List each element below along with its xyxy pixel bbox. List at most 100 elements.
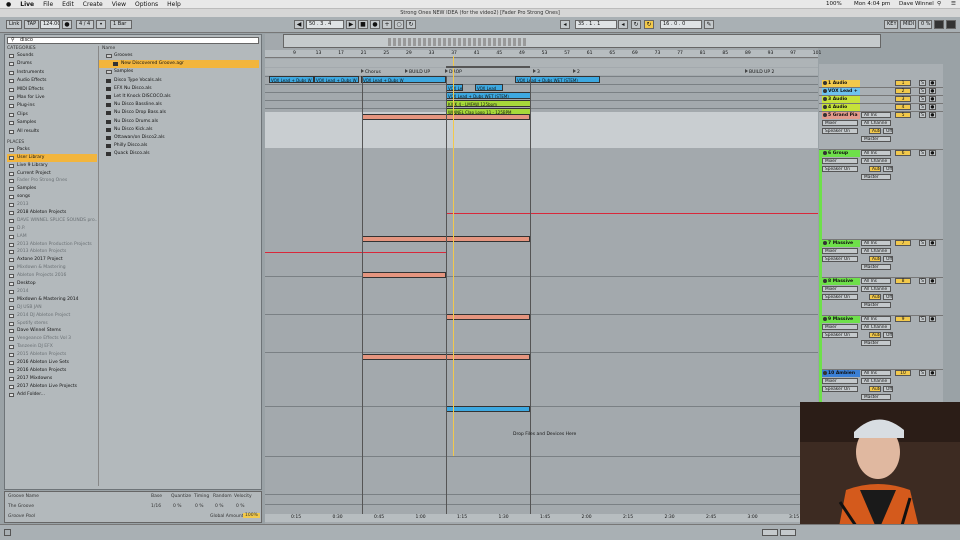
category-item[interactable]: Samples <box>7 119 97 127</box>
user-name[interactable]: Dave Winnel <box>899 1 934 7</box>
audio-clip[interactable]: KICK 4 - LMFAW 125bpm <box>446 100 531 107</box>
arm-button[interactable]: ● <box>929 80 936 86</box>
place-item[interactable]: Mixdown & Mastering 2014 <box>7 296 97 304</box>
place-item[interactable]: 2018 Ableton Projects <box>7 209 97 217</box>
track-name[interactable]: 8 Massive <box>822 278 860 285</box>
track-name[interactable]: 4 Audio <box>822 104 860 111</box>
monitor-off[interactable]: Off <box>883 166 893 172</box>
place-item[interactable]: Vengeance Effects Vol 3 <box>7 335 97 343</box>
beat-ruler[interactable]: 9 13 17 21 25 29 33 37 41 45 49 53 57 61 65 69 73 77 81 85 8… <box>265 50 821 58</box>
monitor-select[interactable]: Speaker On <box>822 128 858 134</box>
monitor-select[interactable]: Speaker On <box>822 386 858 392</box>
input-type-select[interactable]: All Ins <box>861 150 891 156</box>
monitor-off[interactable]: Off <box>883 332 893 338</box>
browser-search-input[interactable]: ⚲ disco <box>7 37 259 44</box>
input-type-select[interactable]: All Ins <box>861 240 891 246</box>
menu-options[interactable]: Options <box>135 1 158 8</box>
input-type-select[interactable]: All Ins <box>861 370 891 376</box>
place-item[interactable]: Axtone 2017 Project <box>7 256 97 264</box>
track-name[interactable]: 3 Audio <box>822 96 860 103</box>
place-item[interactable]: 2014 <box>7 288 97 296</box>
menu-create[interactable]: Create <box>83 1 103 8</box>
monitor-auto[interactable]: Auto <box>869 166 881 172</box>
category-item[interactable]: All results <box>7 128 97 136</box>
output-select[interactable]: Master <box>861 174 891 180</box>
groove-velocity[interactable]: 0 % <box>236 504 245 509</box>
place-item[interactable]: D.P. <box>7 225 97 233</box>
locator-marker[interactable]: 3 <box>533 69 540 75</box>
place-item[interactable]: Fader Pro Strong Ones <box>7 177 97 185</box>
device-select[interactable]: Mixer <box>822 324 858 330</box>
audio-clip[interactable]: VOX Lead + Dubs W <box>269 76 314 83</box>
audio-clip[interactable]: VOX Lead + Dubs W <box>314 76 359 83</box>
file-item[interactable]: New Discovered Groove.agr <box>99 60 259 69</box>
monitor-auto[interactable]: Auto <box>869 128 881 134</box>
file-item[interactable]: Ottawan/on Disco2.als <box>99 134 259 142</box>
mixer-track[interactable]: 5 Grand Pia 5 S ● All Ins All Channe Master Mix… <box>819 112 943 150</box>
stop-button[interactable]: ■ <box>358 20 368 29</box>
arrangement-overview[interactable] <box>283 34 881 48</box>
audio-clip[interactable]: VOX Lead + Dubs WET (STEM) <box>446 92 531 99</box>
arm-button[interactable]: ● <box>929 150 936 156</box>
file-item[interactable]: Nu Disco Drop Bass.als <box>99 109 259 117</box>
place-item[interactable]: 2015 Ableton Projects <box>7 351 97 359</box>
mixer-track[interactable]: 3 Audio 3 S ● <box>819 96 943 104</box>
solo-button[interactable]: S <box>919 370 926 376</box>
mixer-track[interactable]: 4 Audio 4 S ● <box>819 104 943 112</box>
device-select[interactable]: Mixer <box>822 286 858 292</box>
quantize-menu[interactable]: 1 Bar <box>110 20 132 29</box>
track-activator[interactable]: 7 <box>895 240 911 246</box>
monitor-auto[interactable]: Auto <box>869 332 881 338</box>
solo-button[interactable]: S <box>919 96 926 102</box>
arm-button[interactable]: ● <box>929 96 936 102</box>
solo-button[interactable]: S <box>919 112 926 118</box>
tap-button[interactable]: TAP <box>24 20 39 29</box>
output-select[interactable]: Master <box>861 136 891 142</box>
category-item[interactable]: Sounds <box>7 52 97 60</box>
track-activator[interactable]: 9 <box>895 316 911 322</box>
groove-timing[interactable]: 0 % <box>195 504 204 509</box>
place-item[interactable]: songs <box>7 193 97 201</box>
solo-button[interactable]: S <box>919 316 926 322</box>
place-item[interactable]: Packs <box>7 146 97 154</box>
place-item[interactable]: Dave Winnel Stems <box>7 327 97 335</box>
monitor-select[interactable]: Speaker On <box>822 332 858 338</box>
solo-button[interactable]: S <box>919 240 926 246</box>
place-item[interactable]: Live 9 Library <box>7 162 97 170</box>
audio-clip[interactable]: VOX Lead <box>475 84 503 91</box>
output-select[interactable]: Master <box>861 302 891 308</box>
drop-zone-hint[interactable]: Drop Files and Devices Here <box>513 432 576 437</box>
battery-status[interactable]: 100% <box>826 1 842 7</box>
place-item[interactable]: Mixdown & Mastering <box>7 264 97 272</box>
output-select[interactable]: Master <box>861 394 891 400</box>
place-item[interactable]: 2013 Ableton Production Projects <box>7 241 97 249</box>
arrangement-loop-icon[interactable]: ◂ <box>560 20 570 29</box>
solo-button[interactable]: S <box>919 104 926 110</box>
tempo-field[interactable]: 124.00 <box>40 20 60 29</box>
device-select[interactable]: Mixer <box>822 120 858 126</box>
place-item[interactable]: Samples <box>7 185 97 193</box>
place-item[interactable]: Add Folder... <box>7 391 97 399</box>
monitor-off[interactable]: Off <box>883 256 893 262</box>
play-button[interactable]: ▶ <box>346 20 356 29</box>
track-activator[interactable]: 1 <box>895 80 911 86</box>
solo-button[interactable]: S <box>919 150 926 156</box>
monitor-select[interactable]: Speaker On <box>822 294 858 300</box>
arrangement-position-left-icon[interactable]: ◀ <box>294 20 304 29</box>
automation-line[interactable] <box>446 213 818 214</box>
song-position[interactable]: 50 . 3 . 4 <box>306 20 344 29</box>
category-item[interactable]: Audio Effects <box>7 77 97 85</box>
arm-button[interactable]: ● <box>929 112 936 118</box>
track-name[interactable]: 7 Massive <box>822 240 860 247</box>
link-button[interactable]: Link <box>6 20 22 29</box>
locator-marker[interactable]: BUILD UP <box>405 69 430 75</box>
mixer-track[interactable]: 7 Massive 7 S ● All Ins All Channe Master Mixer… <box>819 240 943 278</box>
input-channel-select[interactable]: All Channe <box>861 378 891 384</box>
input-type-select[interactable]: All Ins <box>861 278 891 284</box>
loop-toggle-icon[interactable]: ↻ <box>644 20 654 29</box>
audio-clip[interactable]: VOX Lead + Dubs WET (STEM) <box>515 76 600 83</box>
place-item[interactable]: 2017 Ableton Live Projects <box>7 383 97 391</box>
track-activator[interactable]: 5 <box>895 112 911 118</box>
browser-toggle-icon[interactable] <box>4 529 11 536</box>
app-menu[interactable]: Live <box>20 1 34 8</box>
